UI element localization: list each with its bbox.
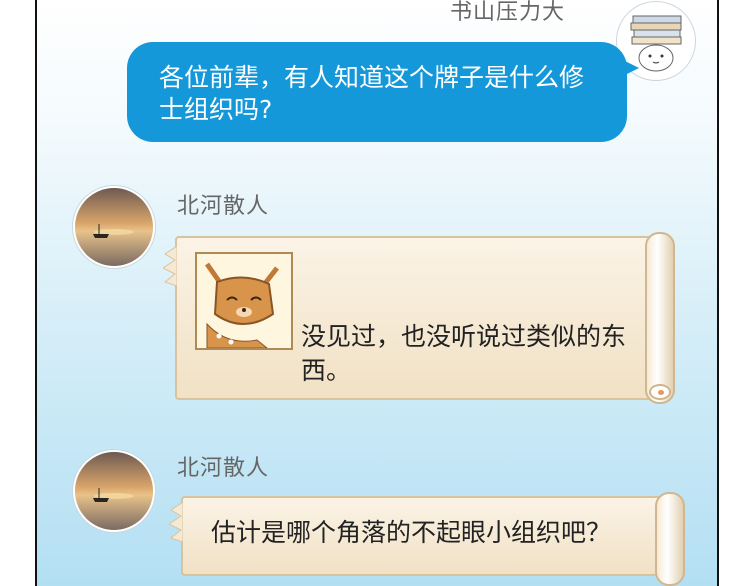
bubble-tail	[619, 58, 639, 78]
avatar-sunset[interactable]	[73, 450, 155, 532]
chat-panel: 书山压力大 各位前辈，有人知道这个牌子是什么修士组织吗? 北河散人 没见过，也没…	[35, 0, 719, 586]
sunset-boat-icon	[75, 188, 153, 266]
scroll-torn-edge	[163, 246, 177, 286]
deer-icon	[204, 262, 279, 349]
message-scroll: 估计是哪个角落的不起眼小组织吧？	[181, 496, 669, 576]
avatar-sunset[interactable]	[73, 186, 155, 268]
message-text-line1: 没见过，也没听说过类似的东西。	[301, 320, 631, 388]
sender-name: 书山压力大	[450, 0, 566, 25]
message-text: 估计是哪个角落的不起眼小组织吧？	[211, 518, 612, 547]
message-text: 各位前辈，有人知道这个牌子是什么修士组织吗?	[159, 63, 585, 124]
message-text: 没见过，也没听说过类似的东西。	[301, 322, 627, 385]
sender-name: 北河散人	[177, 456, 270, 481]
scroll-roll	[655, 492, 685, 586]
sunset-boat-icon	[75, 452, 153, 530]
deer-sticker	[195, 252, 293, 350]
scroll-torn-edge	[169, 502, 183, 542]
message-scroll: 没见过，也没听说过类似的东西。	[175, 236, 657, 400]
sender-name: 北河散人	[177, 194, 270, 219]
message-bubble: 各位前辈，有人知道这个牌子是什么修士组织吗?	[127, 42, 627, 142]
scroll-roll-knob	[649, 384, 671, 400]
scroll-roll	[645, 232, 675, 404]
